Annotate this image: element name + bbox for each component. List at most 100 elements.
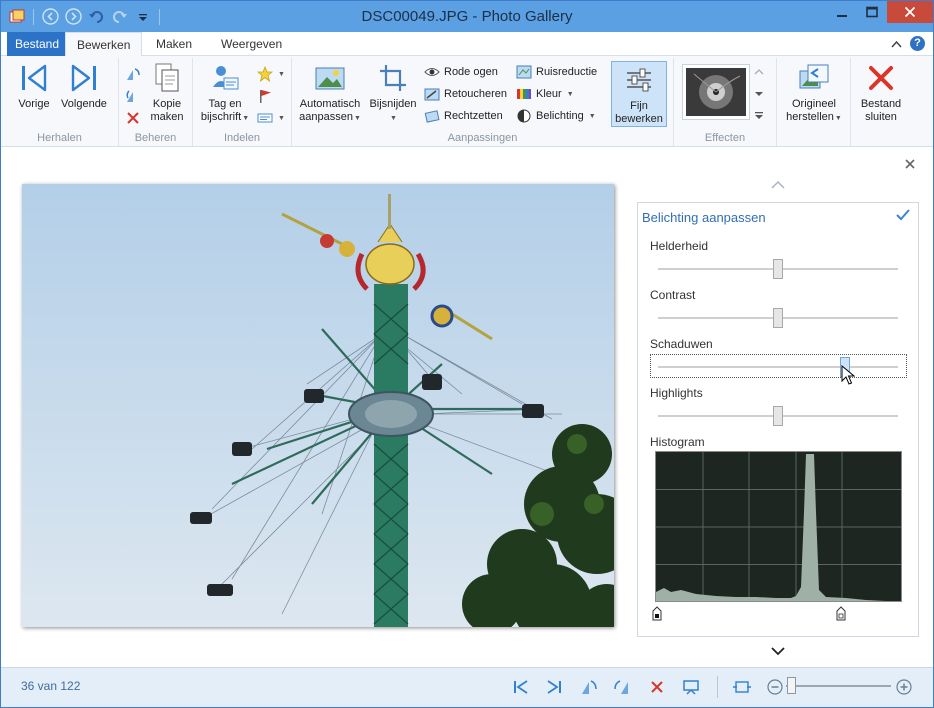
crop-button[interactable]: Bijsnijden ▼ xyxy=(365,62,421,125)
fine-tune-label-1: Fijn xyxy=(630,100,648,112)
brightness-label: Helderheid xyxy=(650,239,709,253)
minimize-button[interactable] xyxy=(827,1,857,23)
rotate-left-button[interactable] xyxy=(125,64,141,84)
shadows-slider[interactable] xyxy=(658,366,898,368)
histogram-black-point[interactable] xyxy=(652,606,662,621)
noise-reduction-icon xyxy=(516,64,532,80)
panel-scroll-down-icon[interactable] xyxy=(771,645,785,659)
status-bar: 36 van 122 xyxy=(1,667,933,707)
contrast-thumb[interactable] xyxy=(773,308,783,328)
rotate-right-button[interactable] xyxy=(125,86,141,106)
previous-button[interactable]: Vorige xyxy=(14,62,54,111)
tab-bewerken[interactable]: Bewerken xyxy=(65,32,143,57)
next-button[interactable]: Volgende xyxy=(57,62,111,111)
straighten-button[interactable]: Rechtzetten xyxy=(424,106,503,126)
group-restore: Origineel herstellen▼ xyxy=(777,58,851,146)
noise-reduction-button[interactable]: Ruisreductie xyxy=(516,62,597,82)
properties-button[interactable]: ▼ xyxy=(257,108,285,128)
zoom-slider[interactable] xyxy=(786,685,891,687)
group-effecten: Effecten xyxy=(674,58,777,146)
window-title: DSC00049.JPG - Photo Gallery xyxy=(361,8,573,25)
histogram-label: Histogram xyxy=(650,435,705,449)
maximize-button[interactable] xyxy=(857,1,887,23)
group-close: Bestand sluiten xyxy=(851,58,911,146)
retouch-label: Retoucheren xyxy=(444,88,507,100)
tag-caption-button[interactable]: Tag en bijschrift▼ xyxy=(197,62,253,125)
fit-to-window-icon[interactable] xyxy=(732,677,752,697)
exposure-label: Belichting xyxy=(536,110,584,122)
rotate-right-icon xyxy=(125,88,141,104)
straighten-icon xyxy=(424,108,440,124)
histogram-white-point[interactable] xyxy=(836,606,846,621)
photo-preview xyxy=(22,184,614,627)
zoom-slider-thumb[interactable] xyxy=(787,677,796,694)
group-herhalen: Vorige Volgende Herhalen xyxy=(1,58,119,146)
straighten-label: Rechtzetten xyxy=(444,110,503,122)
effect-thumbnail[interactable] xyxy=(686,68,746,116)
rotate-left-status-icon[interactable] xyxy=(579,677,599,697)
title-bar: DSC00049.JPG - Photo Gallery xyxy=(1,1,933,32)
color-icon xyxy=(516,86,532,102)
tag-caption-label-1: Tag en xyxy=(208,98,242,110)
restore-original-label-1: Origineel xyxy=(791,98,837,110)
tab-maken[interactable]: Maken xyxy=(147,32,201,56)
rotate-left-icon xyxy=(125,66,141,82)
collapse-ribbon-icon[interactable] xyxy=(891,37,902,51)
ribbon: Vorige Volgende Herhalen Kopie maken Beh… xyxy=(1,56,933,147)
slideshow-icon[interactable] xyxy=(681,677,701,697)
brightness-thumb[interactable] xyxy=(773,259,783,279)
highlights-thumb[interactable] xyxy=(773,406,783,426)
close-file-label-1: Bestand xyxy=(860,98,902,110)
effect-gallery[interactable] xyxy=(682,64,750,120)
auto-adjust-button[interactable]: Automatisch aanpassen▼ xyxy=(296,62,364,125)
close-edit-icon[interactable] xyxy=(905,156,915,172)
group-label-aanpassingen: Aanpassingen xyxy=(447,132,518,144)
noise-reduction-label: Ruisreductie xyxy=(536,66,598,78)
histogram xyxy=(655,451,902,602)
crop-label: Bijsnijden xyxy=(369,98,417,110)
exposure-button[interactable]: Belichting ▼ xyxy=(516,106,596,126)
rotate-right-status-icon[interactable] xyxy=(612,677,632,697)
fine-tune-button[interactable]: Fijn bewerken xyxy=(611,61,667,127)
window-controls xyxy=(827,1,933,23)
fine-tune-label-2: bewerken xyxy=(615,113,663,125)
group-beheren: Kopie maken Beheren xyxy=(119,58,193,146)
eye-icon xyxy=(424,64,440,80)
properties-icon xyxy=(257,110,273,126)
gallery-expand-icon[interactable] xyxy=(754,110,764,124)
zoom-out-icon[interactable] xyxy=(765,677,785,697)
close-file-button[interactable]: Bestand sluiten xyxy=(855,62,907,124)
exposure-panel: Belichting aanpassen Helderheid Contrast… xyxy=(637,202,919,637)
gallery-down-icon[interactable] xyxy=(754,88,764,102)
shadows-label: Schaduwen xyxy=(650,337,713,351)
close-window-button[interactable] xyxy=(887,1,933,23)
flag-icon xyxy=(257,88,273,104)
delete-status-icon[interactable] xyxy=(647,677,667,697)
group-label-herhalen: Herhalen xyxy=(37,132,82,144)
rating-button[interactable]: ▼ xyxy=(257,64,285,84)
auto-adjust-label-2: aanpassen xyxy=(299,111,353,123)
retouch-button[interactable]: Retoucheren xyxy=(424,84,507,104)
tab-bestand[interactable]: Bestand xyxy=(7,32,68,56)
flag-button[interactable] xyxy=(257,86,273,106)
copy-label-1: Kopie xyxy=(152,98,182,110)
tab-weergeven[interactable]: Weergeven xyxy=(212,32,291,56)
red-eye-label: Rode ogen xyxy=(444,66,498,78)
apply-check-icon[interactable] xyxy=(896,208,910,224)
zoom-in-icon[interactable] xyxy=(894,677,914,697)
panel-scroll-up-icon[interactable] xyxy=(771,178,785,192)
edit-area: Belichting aanpassen Helderheid Contrast… xyxy=(1,148,933,667)
last-photo-icon[interactable] xyxy=(544,677,564,697)
group-aanpassingen: Automatisch aanpassen▼ Bijsnijden ▼ Rode… xyxy=(292,58,674,146)
mouse-cursor-icon xyxy=(841,364,856,388)
copy-button[interactable]: Kopie maken xyxy=(145,62,189,124)
delete-button[interactable] xyxy=(125,108,141,128)
status-separator xyxy=(717,676,718,698)
restore-original-button[interactable]: Origineel herstellen▼ xyxy=(781,62,847,125)
first-photo-icon[interactable] xyxy=(511,677,531,697)
gallery-up-icon[interactable] xyxy=(754,66,764,80)
red-eye-button[interactable]: Rode ogen xyxy=(424,62,498,82)
photo-gallery-window: DSC00049.JPG - Photo Gallery Bestand Bew… xyxy=(0,0,934,708)
help-icon[interactable]: ? xyxy=(910,36,925,51)
color-button[interactable]: Kleur ▼ xyxy=(516,84,574,104)
